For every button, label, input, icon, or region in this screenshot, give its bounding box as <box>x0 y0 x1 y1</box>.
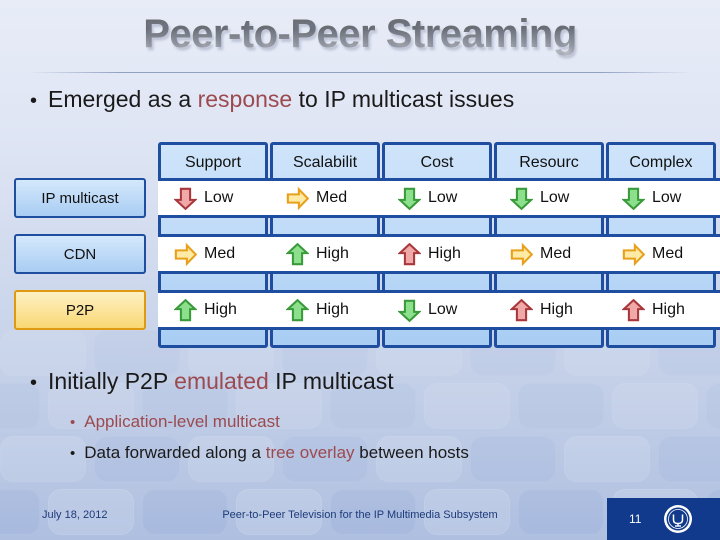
arrow-down-green <box>398 187 421 210</box>
background-tile <box>658 436 720 482</box>
slide-title: Peer-to-Peer Streaming <box>0 12 720 57</box>
matrix-cell: Med <box>622 237 683 271</box>
bullet-text-highlight: tree overlay <box>265 443 355 462</box>
matrix-row-label-cdn: CDN <box>14 234 146 274</box>
matrix-cell: Low <box>398 181 457 215</box>
arrow-up-red <box>398 242 421 265</box>
background-tile <box>706 383 720 429</box>
arrow-up-red <box>510 298 533 321</box>
matrix-cell: Low <box>510 181 569 215</box>
cell-value: High <box>204 301 237 318</box>
title-divider <box>28 72 692 73</box>
bullet-text-post: IP multicast <box>268 368 394 394</box>
slide-canvas: Peer-to-Peer Streaming • Emerged as a res… <box>0 0 720 540</box>
background-tile <box>564 436 650 482</box>
cell-value: High <box>316 301 349 318</box>
arrow-down-green <box>622 187 645 210</box>
bullet-text-pre: Initially P2P <box>48 368 175 394</box>
bullet-emerged: • Emerged as a response to IP multicast i… <box>30 86 514 113</box>
cell-value: High <box>540 301 573 318</box>
cell-value: Low <box>652 189 682 206</box>
cell-value: Low <box>540 189 570 206</box>
cell-value: High <box>316 245 349 262</box>
matrix-cell: Low <box>622 181 681 215</box>
bullet-text-post: to IP multicast issues <box>292 86 515 112</box>
bullet-data-forwarded: • Data forwarded along a tree overlay bet… <box>70 443 469 463</box>
arrow-up-red <box>622 298 645 321</box>
matrix-cell: High <box>174 293 237 327</box>
matrix-row-label-p2p: P2P <box>14 290 146 330</box>
matrix-cell: Low <box>398 293 457 327</box>
bullet-marker: • <box>70 414 76 431</box>
matrix-cell: High <box>286 293 349 327</box>
bullet-text-highlight: emulated <box>174 368 269 394</box>
footer-badge: 11 <box>607 498 720 540</box>
page-number: 11 <box>629 512 642 526</box>
arrow-up-green <box>174 298 197 321</box>
cell-value: High <box>428 245 461 262</box>
cell-value: Low <box>428 189 458 206</box>
matrix-cell: Med <box>174 237 235 271</box>
arrow-down-red <box>174 187 197 210</box>
arrow-down-green <box>398 299 421 322</box>
cell-value: Low <box>204 189 234 206</box>
cell-value: High <box>652 301 685 318</box>
matrix-cell: Med <box>286 181 347 215</box>
arrow-up-green <box>286 242 309 265</box>
column-header: Scalabilit <box>292 154 358 171</box>
background-tile <box>424 383 510 429</box>
arrow-right-orange <box>286 186 309 210</box>
matrix-cell: High <box>622 293 685 327</box>
bullet-text-pre: Data forwarded along a <box>84 443 266 462</box>
background-tile <box>612 383 698 429</box>
arrow-right-orange <box>510 242 533 266</box>
column-header: Resourc <box>519 154 579 171</box>
cell-value: Med <box>540 245 572 262</box>
bullet-text: Application-level multicast <box>84 412 280 431</box>
matrix-cell: High <box>286 237 349 271</box>
arrow-down-green <box>510 187 533 210</box>
column-header: Complex <box>629 154 693 171</box>
arrow-up-green <box>286 298 309 321</box>
matrix-cell: High <box>510 293 573 327</box>
bullet-marker: • <box>30 90 38 112</box>
matrix-cell: Med <box>510 237 571 271</box>
matrix-row-label-ip-multicast: IP multicast <box>14 178 146 218</box>
bullet-text-highlight: response <box>197 86 293 112</box>
bullet-application-level: • Application-level multicast <box>70 412 280 432</box>
background-tile <box>518 383 604 429</box>
arrow-right-orange <box>174 242 197 266</box>
bullet-marker: • <box>30 372 38 394</box>
background-tile <box>470 436 556 482</box>
column-header: Support <box>184 154 242 171</box>
cell-value: Med <box>316 189 348 206</box>
matrix-cell: Low <box>174 181 233 215</box>
cell-value: Med <box>204 245 236 262</box>
university-seal-logo <box>663 504 693 534</box>
arrow-right-orange <box>622 242 645 266</box>
cell-value: Low <box>428 301 458 318</box>
bullet-initially: • Initially P2P emulated IP multicast <box>30 368 394 395</box>
matrix-cell: High <box>398 237 461 271</box>
bullet-text-pre: Emerged as a <box>48 86 198 112</box>
bullet-text-post: between hosts <box>354 443 469 462</box>
column-header: Cost <box>420 154 454 171</box>
bullet-marker: • <box>70 445 76 462</box>
cell-value: Med <box>652 245 684 262</box>
